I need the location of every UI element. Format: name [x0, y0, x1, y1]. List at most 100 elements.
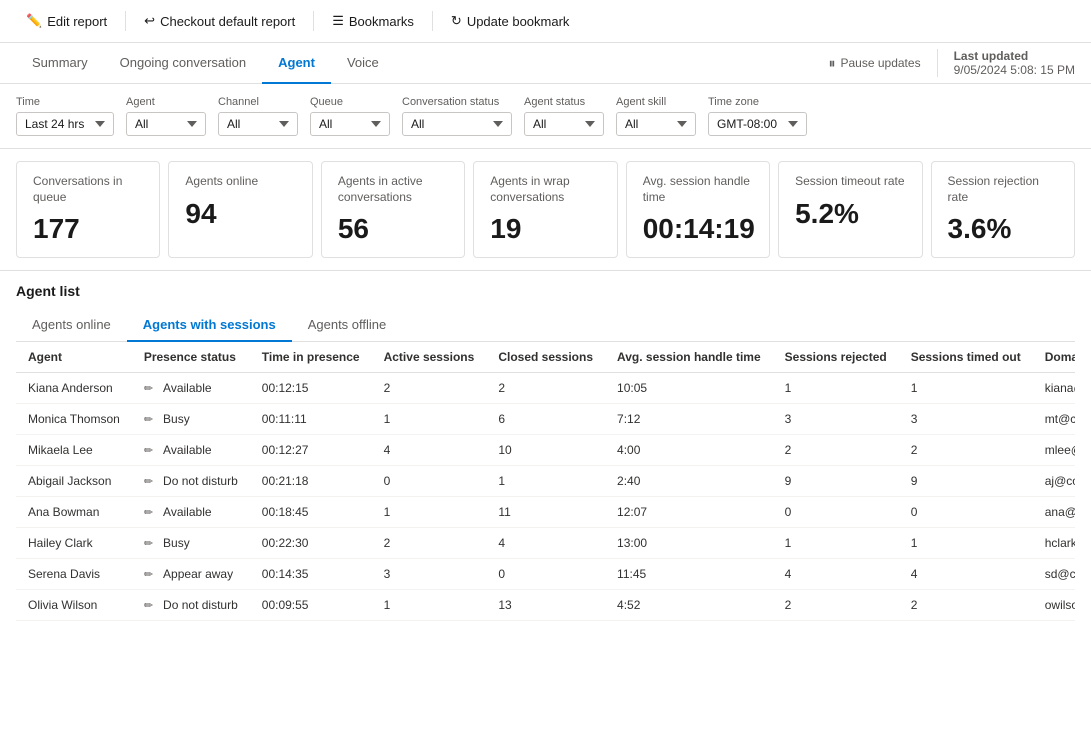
- closed-sessions-cell: 1: [486, 466, 605, 497]
- filter-agent-skill: Agent skill All: [616, 96, 696, 136]
- rejected-cell: 2: [773, 590, 899, 621]
- update-bookmark-button[interactable]: ↻ Update bookmark: [441, 8, 580, 34]
- metric-card: Avg. session handle time 00:14:19: [626, 161, 770, 258]
- toolbar-divider-2: [313, 11, 314, 31]
- timezone-select[interactable]: GMT-08:00: [708, 112, 807, 136]
- col-header: Sessions timed out: [899, 342, 1033, 373]
- sub-tab-agents-offline[interactable]: Agents offline: [292, 309, 403, 342]
- table-row: Serena Davis ✏ Appear away 00:14:353011:…: [16, 559, 1075, 590]
- metric-value: 19: [490, 213, 600, 245]
- toolbar: ✏️ Edit report ↩ Checkout default report…: [0, 0, 1091, 43]
- metric-card: Agents in wrap conversations 19: [473, 161, 617, 258]
- avg-handle-cell: 4:00: [605, 435, 773, 466]
- metric-title: Agents online: [185, 174, 295, 190]
- edit-pencil-icon[interactable]: ✏: [144, 413, 153, 426]
- channel-select[interactable]: All: [218, 112, 298, 136]
- filter-conversation-status: Conversation status All: [402, 96, 512, 136]
- rejected-cell: 9: [773, 466, 899, 497]
- rejected-cell: 3: [773, 404, 899, 435]
- col-header: Domain name: [1033, 342, 1075, 373]
- metric-title: Session timeout rate: [795, 174, 905, 190]
- time-presence-cell: 00:18:45: [250, 497, 372, 528]
- edit-pencil-icon[interactable]: ✏: [144, 444, 153, 457]
- rejected-cell: 1: [773, 373, 899, 404]
- active-sessions-cell: 1: [372, 497, 487, 528]
- domain-cell: kiana@contoso.cc: [1033, 373, 1075, 404]
- tab-summary[interactable]: Summary: [16, 43, 104, 84]
- edit-pencil-icon[interactable]: ✏: [144, 599, 153, 612]
- agent-name-cell: Abigail Jackson: [16, 466, 132, 497]
- metric-value: 00:14:19: [643, 213, 753, 245]
- col-header: Closed sessions: [486, 342, 605, 373]
- edit-pencil-icon[interactable]: ✏: [144, 506, 153, 519]
- col-header: Time in presence: [250, 342, 372, 373]
- metric-value: 3.6%: [948, 213, 1058, 245]
- active-sessions-cell: 2: [372, 528, 487, 559]
- pause-icon: ⏸: [829, 55, 836, 72]
- metrics-row: Conversations in queue 177 Agents online…: [0, 149, 1091, 271]
- rejected-cell: 2: [773, 435, 899, 466]
- queue-select[interactable]: All: [310, 112, 390, 136]
- agent-name-cell: Olivia Wilson: [16, 590, 132, 621]
- checkout-default-button[interactable]: ↩ Checkout default report: [134, 8, 305, 34]
- avg-handle-cell: 13:00: [605, 528, 773, 559]
- domain-cell: sd@contoso.com: [1033, 559, 1075, 590]
- tab-agent[interactable]: Agent: [262, 43, 331, 84]
- agent-name-cell: Mikaela Lee: [16, 435, 132, 466]
- agent-name-cell: Ana Bowman: [16, 497, 132, 528]
- metric-value: 94: [185, 198, 295, 230]
- time-presence-cell: 00:12:15: [250, 373, 372, 404]
- closed-sessions-cell: 6: [486, 404, 605, 435]
- domain-cell: owilson@contoso: [1033, 590, 1075, 621]
- bookmarks-icon: ☰: [332, 13, 344, 29]
- tab-ongoing-conversation[interactable]: Ongoing conversation: [104, 43, 262, 84]
- agent-skill-select[interactable]: All: [616, 112, 696, 136]
- presence-status-cell: ✏ Available: [132, 497, 250, 528]
- agent-select[interactable]: All: [126, 112, 206, 136]
- active-sessions-cell: 4: [372, 435, 487, 466]
- edit-report-button[interactable]: ✏️ Edit report: [16, 8, 117, 34]
- metric-card: Session rejection rate 3.6%: [931, 161, 1075, 258]
- sub-tab-agents-online[interactable]: Agents online: [16, 309, 127, 342]
- table-row: Monica Thomson ✏ Busy 00:11:11167:1233mt…: [16, 404, 1075, 435]
- time-presence-cell: 00:12:27: [250, 435, 372, 466]
- timed-out-cell: 1: [899, 373, 1033, 404]
- edit-pencil-icon[interactable]: ✏: [144, 568, 153, 581]
- conv-status-select[interactable]: All: [402, 112, 512, 136]
- agent-name-cell: Kiana Anderson: [16, 373, 132, 404]
- edit-pencil-icon[interactable]: ✏: [144, 475, 153, 488]
- avg-handle-cell: 10:05: [605, 373, 773, 404]
- time-presence-cell: 00:14:35: [250, 559, 372, 590]
- nav-bar: Summary Ongoing conversation Agent Voice…: [0, 43, 1091, 84]
- active-sessions-cell: 3: [372, 559, 487, 590]
- presence-status-cell: ✏ Do not disturb: [132, 590, 250, 621]
- edit-pencil-icon[interactable]: ✏: [144, 382, 153, 395]
- bookmarks-button[interactable]: ☰ Bookmarks: [322, 8, 424, 34]
- agent-list-section: Agent list Agents onlineAgents with sess…: [0, 271, 1091, 621]
- filter-time: Time Last 24 hrs: [16, 96, 114, 136]
- status-label: Appear away: [163, 567, 233, 581]
- sub-tab-agents-with-sessions[interactable]: Agents with sessions: [127, 309, 292, 342]
- domain-cell: mlee@contoso.co: [1033, 435, 1075, 466]
- time-presence-cell: 00:21:18: [250, 466, 372, 497]
- table-row: Ana Bowman ✏ Available 00:18:4511112:070…: [16, 497, 1075, 528]
- table-row: Hailey Clark ✏ Busy 00:22:302413:0011hcl…: [16, 528, 1075, 559]
- presence-status-cell: ✏ Appear away: [132, 559, 250, 590]
- tab-voice[interactable]: Voice: [331, 43, 395, 84]
- domain-cell: hclark@contoso.c: [1033, 528, 1075, 559]
- avg-handle-cell: 11:45: [605, 559, 773, 590]
- metric-title: Session rejection rate: [948, 174, 1058, 205]
- closed-sessions-cell: 11: [486, 497, 605, 528]
- rejected-cell: 1: [773, 528, 899, 559]
- agent-status-select[interactable]: All: [524, 112, 604, 136]
- time-select[interactable]: Last 24 hrs: [16, 112, 114, 136]
- domain-cell: mt@contoso.com: [1033, 404, 1075, 435]
- metric-title: Agents in active conversations: [338, 174, 448, 205]
- table-row: Olivia Wilson ✏ Do not disturb 00:09:551…: [16, 590, 1075, 621]
- edit-pencil-icon[interactable]: ✏: [144, 537, 153, 550]
- status-label: Busy: [163, 536, 190, 550]
- avg-handle-cell: 4:52: [605, 590, 773, 621]
- pause-updates-button[interactable]: ⏸ Pause updates: [829, 55, 921, 72]
- table-row: Abigail Jackson ✏ Do not disturb 00:21:1…: [16, 466, 1075, 497]
- status-label: Do not disturb: [163, 598, 238, 612]
